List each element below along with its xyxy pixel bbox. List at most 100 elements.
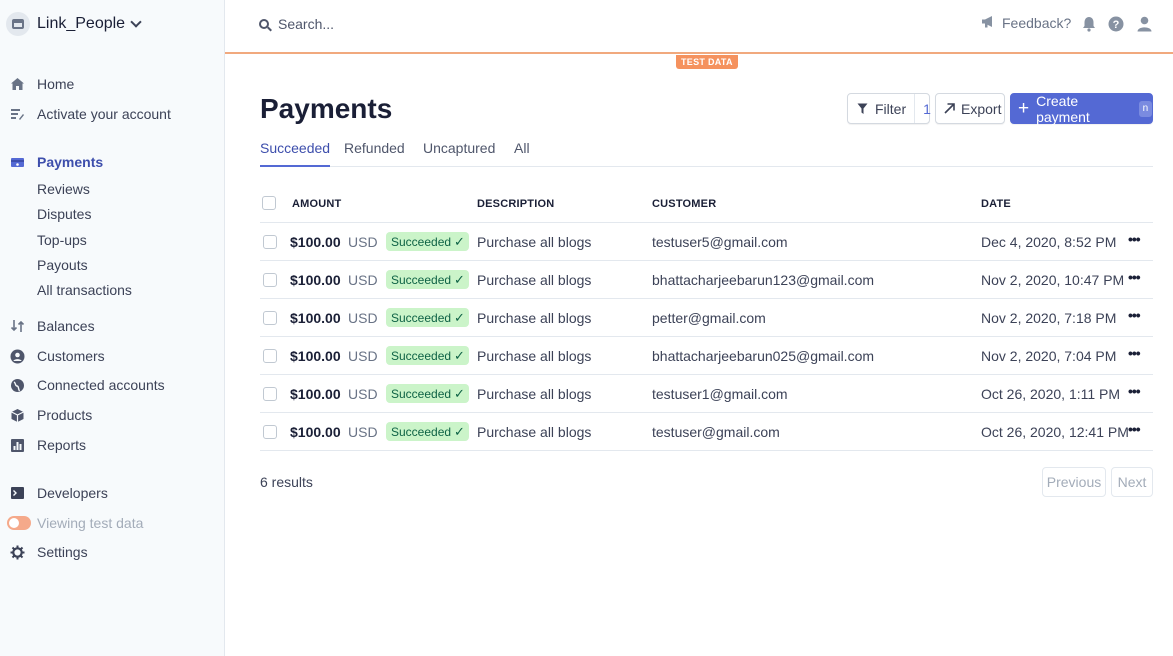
description-cell: Purchase all blogs bbox=[477, 310, 592, 326]
sidebar-subitem-disputes[interactable]: Disputes bbox=[37, 204, 91, 224]
payments-icon bbox=[9, 154, 25, 170]
sidebar-subitem-payouts[interactable]: Payouts bbox=[37, 255, 88, 275]
column-header-description: DESCRIPTION bbox=[477, 198, 555, 210]
amount-cell: $100.00 bbox=[290, 234, 341, 250]
row-checkbox[interactable] bbox=[263, 349, 277, 363]
sidebar: Link_People Home Activate your account P… bbox=[0, 0, 225, 656]
filter-button[interactable]: Filter 1 bbox=[847, 93, 931, 124]
table-row[interactable]: $100.00 USD Succeeded ✓ Purchase all blogs te… bbox=[260, 223, 1153, 261]
feedback-link[interactable]: Feedback? bbox=[981, 15, 1071, 31]
sidebar-item-connected-accounts[interactable]: Connected accounts bbox=[9, 374, 165, 396]
table-row[interactable]: $100.00 USD Succeeded ✓ Purchase all blogs bh… bbox=[260, 261, 1153, 299]
table-row[interactable]: $100.00 USD Succeeded ✓ Purchase all blogs te… bbox=[260, 375, 1153, 413]
megaphone-icon bbox=[981, 15, 996, 31]
customer-cell: petter@gmail.com bbox=[652, 310, 766, 326]
sidebar-item-activate[interactable]: Activate your account bbox=[9, 103, 171, 125]
globe-icon bbox=[9, 377, 25, 393]
sidebar-subitem-topups[interactable]: Top-ups bbox=[37, 230, 87, 250]
more-options-icon[interactable]: ••• bbox=[1128, 307, 1141, 323]
page-title: Payments bbox=[260, 93, 393, 124]
date-cell: Nov 2, 2020, 7:18 PM bbox=[981, 310, 1117, 326]
status-label: Succeeded bbox=[391, 234, 452, 249]
check-icon: ✓ bbox=[454, 233, 465, 249]
sidebar-item-settings[interactable]: Settings bbox=[9, 541, 88, 563]
status-badge: Succeeded ✓ bbox=[386, 270, 469, 289]
amount-cell: $100.00 bbox=[290, 310, 341, 326]
svg-text:?: ? bbox=[1113, 19, 1120, 31]
search-bar[interactable] bbox=[259, 16, 478, 32]
date-cell: Nov 2, 2020, 10:47 PM bbox=[981, 272, 1125, 288]
check-icon: ✓ bbox=[454, 309, 465, 325]
row-checkbox[interactable] bbox=[263, 387, 277, 401]
more-options-icon[interactable]: ••• bbox=[1128, 269, 1141, 285]
more-options-icon[interactable]: ••• bbox=[1128, 345, 1141, 361]
column-header-amount: AMOUNT bbox=[292, 198, 342, 210]
table-row[interactable]: $100.00 USD Succeeded ✓ Purchase all blogs te… bbox=[260, 413, 1153, 451]
status-label: Succeeded bbox=[391, 386, 452, 401]
check-icon: ✓ bbox=[454, 423, 465, 439]
tab-all[interactable]: All bbox=[514, 140, 530, 167]
more-options-icon[interactable]: ••• bbox=[1128, 383, 1141, 399]
row-checkbox[interactable] bbox=[263, 235, 277, 249]
sidebar-item-reports[interactable]: Reports bbox=[9, 434, 86, 456]
select-all-checkbox[interactable] bbox=[262, 196, 276, 210]
previous-page-button[interactable]: Previous bbox=[1042, 467, 1106, 497]
currency-cell: USD bbox=[348, 424, 378, 440]
tab-uncaptured[interactable]: Uncaptured bbox=[423, 140, 495, 167]
table-header: AMOUNT DESCRIPTION CUSTOMER DATE bbox=[260, 185, 1153, 223]
currency-cell: USD bbox=[348, 234, 378, 250]
more-options-icon[interactable]: ••• bbox=[1128, 231, 1141, 247]
description-cell: Purchase all blogs bbox=[477, 348, 592, 364]
user-circle-icon bbox=[9, 348, 25, 364]
date-cell: Oct 26, 2020, 12:41 PM bbox=[981, 424, 1129, 440]
topbar: Feedback? ? bbox=[225, 0, 1173, 54]
filter-icon bbox=[857, 103, 868, 115]
sidebar-item-developers[interactable]: Developers bbox=[9, 482, 108, 504]
currency-cell: USD bbox=[348, 348, 378, 364]
sidebar-item-label: Activate your account bbox=[37, 106, 171, 122]
more-options-icon[interactable]: ••• bbox=[1128, 421, 1141, 437]
customer-cell: testuser5@gmail.com bbox=[652, 234, 788, 250]
sidebar-item-customers[interactable]: Customers bbox=[9, 345, 105, 367]
row-checkbox[interactable] bbox=[263, 425, 277, 439]
sidebar-item-balances[interactable]: Balances bbox=[9, 315, 95, 337]
amount-cell: $100.00 bbox=[290, 424, 341, 440]
description-cell: Purchase all blogs bbox=[477, 386, 592, 402]
arrow-up-right-icon bbox=[944, 103, 955, 114]
gear-icon bbox=[9, 544, 25, 560]
payments-table: AMOUNT DESCRIPTION CUSTOMER DATE $100.00… bbox=[260, 185, 1153, 451]
sidebar-item-products[interactable]: Products bbox=[9, 404, 92, 426]
bell-icon[interactable] bbox=[1080, 14, 1098, 34]
search-input[interactable] bbox=[278, 16, 478, 32]
status-label: Succeeded bbox=[391, 424, 452, 439]
account-switcher[interactable]: Link_People bbox=[6, 11, 142, 37]
bar-chart-icon bbox=[9, 437, 25, 453]
sidebar-subitem-all-transactions[interactable]: All transactions bbox=[37, 280, 132, 300]
toggle-switch-icon bbox=[7, 516, 31, 530]
next-page-button[interactable]: Next bbox=[1111, 467, 1153, 497]
amount-cell: $100.00 bbox=[290, 348, 341, 364]
row-checkbox[interactable] bbox=[263, 273, 277, 287]
sidebar-item-payments[interactable]: Payments bbox=[9, 151, 103, 173]
status-label: Succeeded bbox=[391, 272, 452, 287]
chevron-down-icon bbox=[130, 15, 142, 28]
tab-succeeded[interactable]: Succeeded bbox=[260, 140, 331, 167]
sidebar-item-label: Customers bbox=[37, 348, 105, 364]
keyboard-shortcut-badge: n bbox=[1138, 100, 1152, 117]
tab-refunded[interactable]: Refunded bbox=[344, 140, 405, 167]
create-payment-button[interactable]: + Create payment n bbox=[1010, 93, 1153, 125]
account-icon[interactable] bbox=[1135, 14, 1153, 34]
table-row[interactable]: $100.00 USD Succeeded ✓ Purchase all blogs bh… bbox=[260, 337, 1153, 375]
amount-cell: $100.00 bbox=[290, 386, 341, 402]
date-cell: Oct 26, 2020, 1:11 PM bbox=[981, 386, 1121, 402]
check-icon: ✓ bbox=[454, 271, 465, 287]
test-data-toggle[interactable]: Viewing test data bbox=[7, 512, 143, 534]
currency-cell: USD bbox=[348, 272, 378, 288]
export-button[interactable]: Export bbox=[935, 93, 1005, 124]
sidebar-subitem-reviews[interactable]: Reviews bbox=[37, 179, 90, 199]
help-icon[interactable]: ? bbox=[1107, 14, 1125, 34]
row-checkbox[interactable] bbox=[263, 311, 277, 325]
sidebar-item-home[interactable]: Home bbox=[9, 73, 74, 95]
column-header-customer: CUSTOMER bbox=[652, 198, 717, 210]
table-row[interactable]: $100.00 USD Succeeded ✓ Purchase all blogs pe… bbox=[260, 299, 1153, 337]
